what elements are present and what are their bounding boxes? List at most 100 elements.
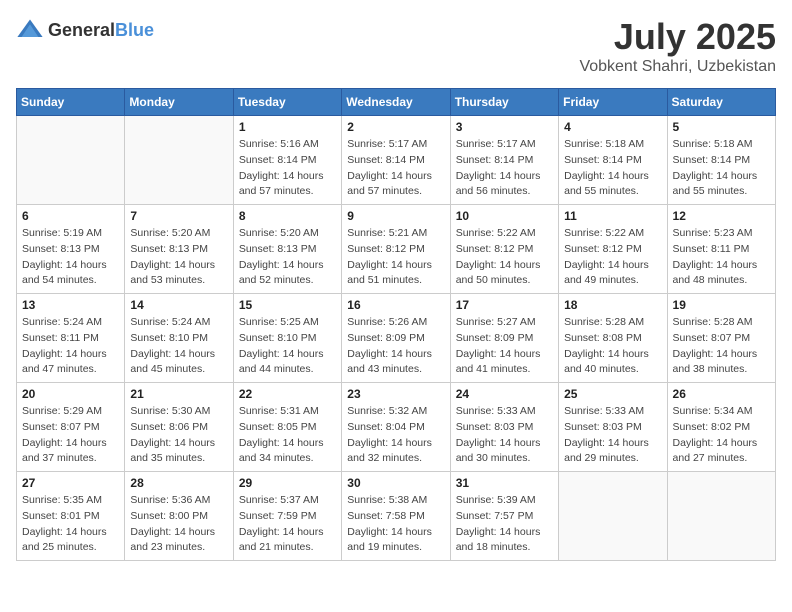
week-row: 20 Sunrise: 5:29 AMSunset: 8:07 PMDayligh… <box>17 383 776 472</box>
weekday-header: Thursday <box>450 89 558 116</box>
calendar-cell: 3Sunrise: 5:17 AMSunset: 8:14 PMDaylight… <box>450 116 558 205</box>
day-detail: Sunrise: 5:30 AMSunset: 8:06 PMDaylight:… <box>130 404 227 467</box>
day-detail: Sunrise: 5:37 AMSunset: 7:59 PMDaylight:… <box>239 493 336 556</box>
day-number: 2 <box>347 120 444 134</box>
day-number: 4 <box>564 120 661 134</box>
day-number: 12 <box>673 209 770 223</box>
day-number: 18 <box>564 298 661 312</box>
day-detail: Sunrise: 5:38 AMSunset: 7:58 PMDaylight:… <box>347 493 444 556</box>
calendar-cell: 16Sunrise: 5:26 AMSunset: 8:09 PMDayligh… <box>342 294 450 383</box>
page-header: GeneralBlue July 2025 Vobkent Shahri, Uz… <box>16 16 776 76</box>
day-detail: Sunrise: 5:32 AMSunset: 8:04 PMDaylight:… <box>347 404 444 467</box>
day-number: 23 <box>347 387 444 401</box>
day-detail: Sunrise: 5:39 AMSunset: 7:57 PMDaylight:… <box>456 493 553 556</box>
calendar-cell: 27 Sunrise: 5:35 AMSunset: 8:01 PMDayligh… <box>17 472 125 561</box>
calendar-cell: 25 Sunrise: 5:33 AMSunset: 8:03 PMDayligh… <box>559 383 667 472</box>
day-detail: Sunrise: 5:31 AMSunset: 8:05 PMDaylight:… <box>239 404 336 467</box>
day-number: 29 <box>239 476 336 490</box>
calendar-cell: 18 Sunrise: 5:28 AMSunset: 8:08 PMDayligh… <box>559 294 667 383</box>
day-number: 28 <box>130 476 227 490</box>
day-number: 1 <box>239 120 336 134</box>
day-number: 30 <box>347 476 444 490</box>
day-detail: Sunrise: 5:23 AMSunset: 8:11 PMDaylight:… <box>673 226 770 289</box>
day-detail: Sunrise: 5:21 AMSunset: 8:12 PMDaylight:… <box>347 226 444 289</box>
day-number: 14 <box>130 298 227 312</box>
calendar-cell: 30 Sunrise: 5:38 AMSunset: 7:58 PMDayligh… <box>342 472 450 561</box>
weekday-header: Monday <box>125 89 233 116</box>
day-detail: Sunrise: 5:35 AMSunset: 8:01 PMDaylight:… <box>22 493 119 556</box>
day-detail: Sunrise: 5:18 AMSunset: 8:14 PMDaylight:… <box>564 137 661 200</box>
day-detail: Sunrise: 5:29 AMSunset: 8:07 PMDaylight:… <box>22 404 119 467</box>
day-number: 25 <box>564 387 661 401</box>
day-number: 21 <box>130 387 227 401</box>
day-number: 5 <box>673 120 770 134</box>
month-title: July 2025 <box>579 16 776 58</box>
day-number: 15 <box>239 298 336 312</box>
calendar-cell: 2 Sunrise: 5:17 AMSunset: 8:14 PMDaylight… <box>342 116 450 205</box>
calendar-cell <box>125 116 233 205</box>
logo-icon <box>16 16 44 44</box>
calendar-cell: 15 Sunrise: 5:25 AMSunset: 8:10 PMDayligh… <box>233 294 341 383</box>
day-detail: Sunrise: 5:25 AMSunset: 8:10 PMDaylight:… <box>239 315 336 378</box>
weekday-header: Wednesday <box>342 89 450 116</box>
day-number: 3 <box>456 120 553 134</box>
calendar-cell: 31 Sunrise: 5:39 AMSunset: 7:57 PMDayligh… <box>450 472 558 561</box>
day-detail: Sunrise: 5:36 AMSunset: 8:00 PMDaylight:… <box>130 493 227 556</box>
logo: GeneralBlue <box>16 16 154 44</box>
calendar-cell: 29 Sunrise: 5:37 AMSunset: 7:59 PMDayligh… <box>233 472 341 561</box>
calendar-cell: 28 Sunrise: 5:36 AMSunset: 8:00 PMDayligh… <box>125 472 233 561</box>
calendar-cell: 10Sunrise: 5:22 AMSunset: 8:12 PMDayligh… <box>450 205 558 294</box>
calendar-cell: 14Sunrise: 5:24 AMSunset: 8:10 PMDayligh… <box>125 294 233 383</box>
calendar-cell: 13 Sunrise: 5:24 AMSunset: 8:11 PMDayligh… <box>17 294 125 383</box>
day-number: 11 <box>564 209 661 223</box>
day-detail: Sunrise: 5:27 AMSunset: 8:09 PMDaylight:… <box>456 315 553 378</box>
calendar-cell <box>667 472 775 561</box>
calendar-cell <box>17 116 125 205</box>
day-detail: Sunrise: 5:26 AMSunset: 8:09 PMDaylight:… <box>347 315 444 378</box>
day-number: 10 <box>456 209 553 223</box>
logo-text-general: General <box>48 20 115 40</box>
weekday-header: Friday <box>559 89 667 116</box>
day-detail: Sunrise: 5:34 AMSunset: 8:02 PMDaylight:… <box>673 404 770 467</box>
day-number: 31 <box>456 476 553 490</box>
day-number: 19 <box>673 298 770 312</box>
day-number: 24 <box>456 387 553 401</box>
day-number: 22 <box>239 387 336 401</box>
calendar-cell: 23 Sunrise: 5:32 AMSunset: 8:04 PMDayligh… <box>342 383 450 472</box>
calendar-cell: 20 Sunrise: 5:29 AMSunset: 8:07 PMDayligh… <box>17 383 125 472</box>
calendar-cell: 12 Sunrise: 5:23 AMSunset: 8:11 PMDayligh… <box>667 205 775 294</box>
calendar-cell: 7 Sunrise: 5:20 AMSunset: 8:13 PMDaylight… <box>125 205 233 294</box>
weekday-header: Sunday <box>17 89 125 116</box>
calendar-cell: 8 Sunrise: 5:20 AMSunset: 8:13 PMDaylight… <box>233 205 341 294</box>
calendar-cell: 26 Sunrise: 5:34 AMSunset: 8:02 PMDayligh… <box>667 383 775 472</box>
week-row: 13 Sunrise: 5:24 AMSunset: 8:11 PMDayligh… <box>17 294 776 383</box>
day-number: 9 <box>347 209 444 223</box>
calendar-cell: 4 Sunrise: 5:18 AMSunset: 8:14 PMDaylight… <box>559 116 667 205</box>
day-number: 7 <box>130 209 227 223</box>
week-row: 6 Sunrise: 5:19 AMSunset: 8:13 PMDaylight… <box>17 205 776 294</box>
day-number: 8 <box>239 209 336 223</box>
day-detail: Sunrise: 5:28 AMSunset: 8:08 PMDaylight:… <box>564 315 661 378</box>
day-number: 6 <box>22 209 119 223</box>
day-detail: Sunrise: 5:20 AMSunset: 8:13 PMDaylight:… <box>130 226 227 289</box>
weekday-header: Tuesday <box>233 89 341 116</box>
week-row: 27 Sunrise: 5:35 AMSunset: 8:01 PMDayligh… <box>17 472 776 561</box>
day-detail: Sunrise: 5:19 AMSunset: 8:13 PMDaylight:… <box>22 226 119 289</box>
calendar-cell: 11 Sunrise: 5:22 AMSunset: 8:12 PMDayligh… <box>559 205 667 294</box>
calendar-cell: 6 Sunrise: 5:19 AMSunset: 8:13 PMDaylight… <box>17 205 125 294</box>
calendar-cell: 22 Sunrise: 5:31 AMSunset: 8:05 PMDayligh… <box>233 383 341 472</box>
calendar-cell: 9 Sunrise: 5:21 AMSunset: 8:12 PMDaylight… <box>342 205 450 294</box>
day-detail: Sunrise: 5:17 AMSunset: 8:14 PMDaylight:… <box>347 137 444 200</box>
calendar-cell: 17Sunrise: 5:27 AMSunset: 8:09 PMDayligh… <box>450 294 558 383</box>
day-detail: Sunrise: 5:22 AMSunset: 8:12 PMDaylight:… <box>564 226 661 289</box>
day-detail: Sunrise: 5:33 AMSunset: 8:03 PMDaylight:… <box>564 404 661 467</box>
day-number: 13 <box>22 298 119 312</box>
location-title: Vobkent Shahri, Uzbekistan <box>579 58 776 76</box>
day-detail: Sunrise: 5:28 AMSunset: 8:07 PMDaylight:… <box>673 315 770 378</box>
day-detail: Sunrise: 5:20 AMSunset: 8:13 PMDaylight:… <box>239 226 336 289</box>
day-number: 20 <box>22 387 119 401</box>
day-number: 27 <box>22 476 119 490</box>
title-block: July 2025 Vobkent Shahri, Uzbekistan <box>579 16 776 76</box>
day-number: 26 <box>673 387 770 401</box>
day-detail: Sunrise: 5:24 AMSunset: 8:11 PMDaylight:… <box>22 315 119 378</box>
